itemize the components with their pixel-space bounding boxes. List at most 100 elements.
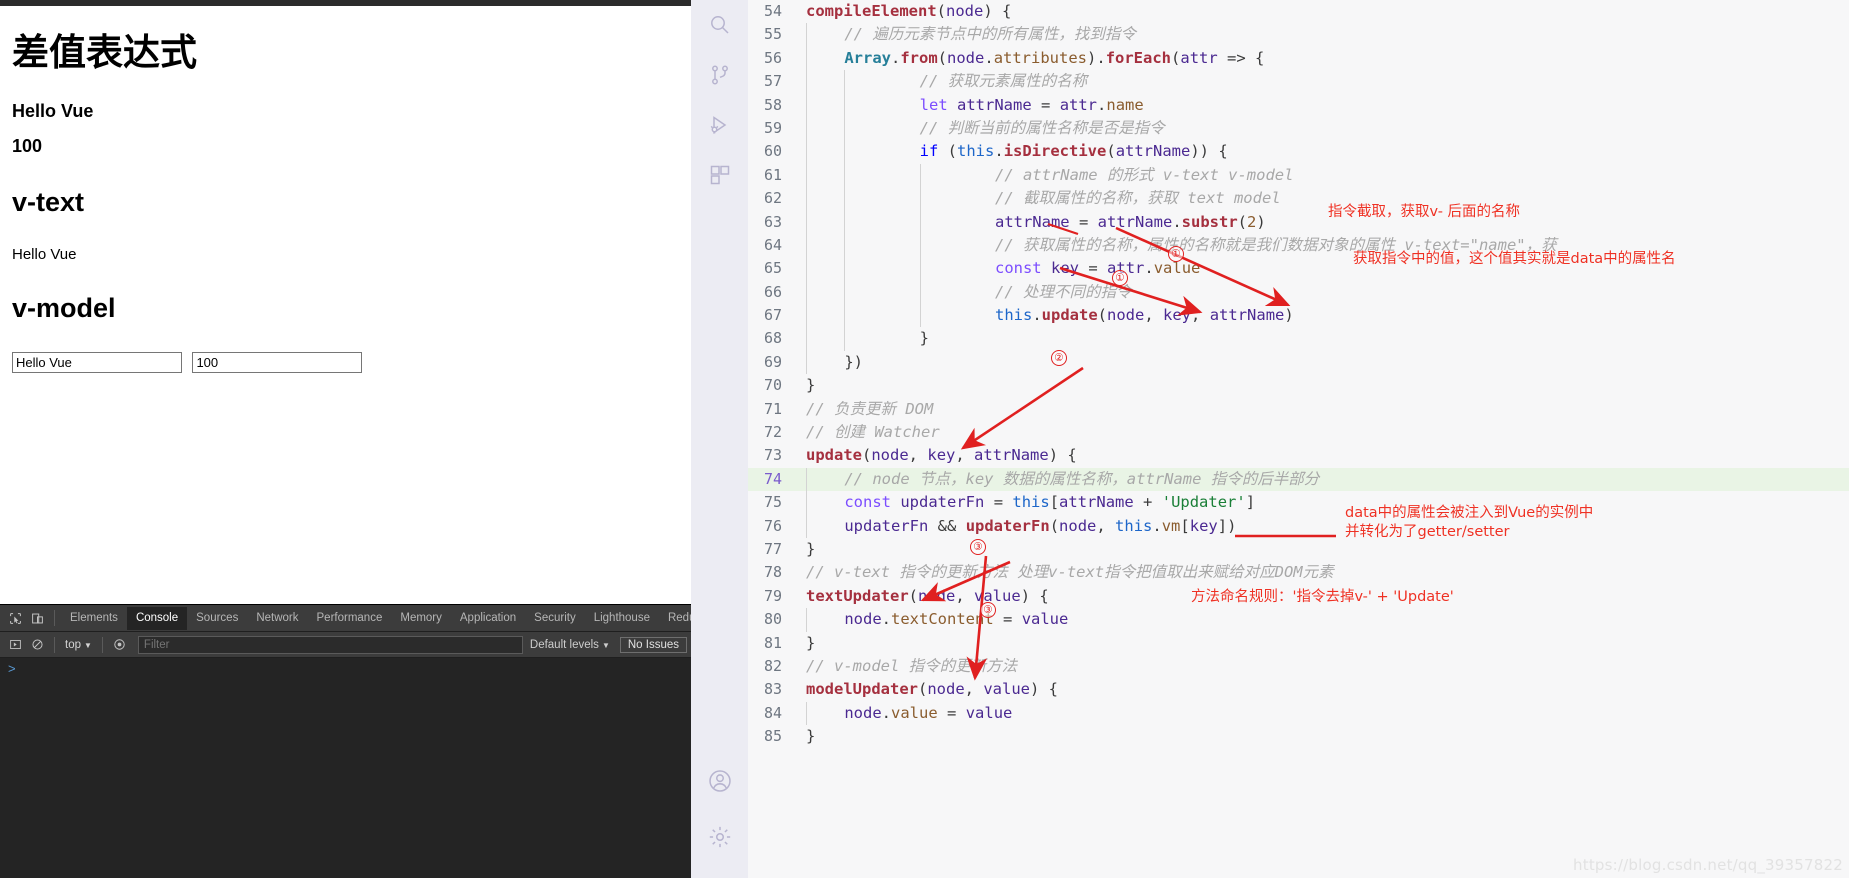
- indent-guide: [919, 210, 958, 234]
- csdn-watermark: https://blog.csdn.net/qq_39357822: [1573, 856, 1843, 874]
- devtools-tab-network[interactable]: Network: [247, 607, 307, 630]
- line-number: 81: [763, 633, 782, 652]
- code-editor[interactable]: 54 compileElement(node) {55 // 遍历元素节点中的所有…: [748, 0, 1849, 878]
- code-line: 54 compileElement(node) {: [748, 0, 1849, 23]
- line-number: 72: [763, 423, 782, 442]
- line-number: 78: [763, 563, 782, 582]
- page-title: 差值表达式: [12, 31, 197, 74]
- code-text: }: [806, 539, 816, 558]
- code-text: // 遍历元素节点中的所有属性，找到指令: [844, 25, 1136, 44]
- devtools-tab-sources[interactable]: Sources: [187, 607, 247, 630]
- console-prompt[interactable]: >: [0, 662, 691, 676]
- code-text: node.textContent = value: [844, 610, 1069, 629]
- devtools-tab-security[interactable]: Security: [525, 607, 585, 630]
- code-text: }: [806, 633, 816, 652]
- console-context-selector[interactable]: top ▼: [61, 639, 96, 651]
- indent-guide: [844, 327, 882, 351]
- line-number: 80: [763, 610, 782, 629]
- issues-button[interactable]: No Issues: [619, 636, 687, 653]
- source-control-icon[interactable]: [691, 50, 748, 100]
- step-marker-2: ②: [1051, 350, 1067, 366]
- code-text: attrName = attrName.substr(2): [994, 212, 1266, 231]
- line-number: 84: [763, 703, 782, 722]
- devtools-tab-elements[interactable]: Elements: [61, 607, 127, 630]
- code-text: const updaterFn = this[attrName + 'Updat…: [844, 493, 1256, 512]
- run-debug-icon[interactable]: [691, 100, 748, 150]
- line-number: 59: [763, 118, 782, 137]
- step-marker-3b: ③: [980, 602, 996, 618]
- line-number: 70: [763, 376, 782, 395]
- extensions-icon[interactable]: [691, 150, 748, 200]
- indent-guide: [844, 116, 882, 141]
- clear-console-icon[interactable]: [26, 634, 48, 656]
- line-number: 79: [763, 586, 782, 605]
- activity-bar: [691, 0, 748, 878]
- step-marker-3a: ③: [970, 539, 986, 555]
- devtools-tab-redux[interactable]: Redux: [659, 607, 691, 630]
- code-line: 70}: [748, 374, 1849, 397]
- vscode-window: 54 compileElement(node) {55 // 遍历元素节点中的所有…: [691, 0, 1849, 878]
- code-line: 84 node.value = value: [748, 701, 1849, 726]
- devtools-tabbar: Elements Console Sources Network Perform…: [0, 605, 691, 632]
- devtools-tab-console[interactable]: Console: [126, 606, 188, 630]
- inspect-element-icon[interactable]: [4, 607, 26, 629]
- live-expression-icon[interactable]: [109, 634, 131, 656]
- line-number: 75: [763, 493, 782, 512]
- line-number: 73: [763, 446, 782, 465]
- code-line: 55 // 遍历元素节点中的所有属性，找到指令: [748, 23, 1849, 47]
- code-line: 75 const updaterFn = this[attrName + 'Up…: [748, 491, 1849, 515]
- console-filter-input[interactable]: [137, 635, 523, 654]
- code-text: updaterFn && updaterFn(node, this.vm[key…: [844, 516, 1237, 535]
- code-line: 60 if (this.isDirective(attrName)) {: [748, 140, 1849, 164]
- code-line: 68 }: [748, 327, 1849, 351]
- indent-guide: [919, 257, 958, 281]
- console-log-levels-selector[interactable]: Default levels ▼: [530, 639, 610, 651]
- v-model-number-input[interactable]: [192, 351, 363, 373]
- code-text: // 判断当前的属性名称是否是指令: [919, 118, 1165, 137]
- code-line: 58 let attrName = attr.name: [748, 93, 1849, 117]
- device-toolbar-icon[interactable]: [26, 607, 48, 629]
- account-icon[interactable]: [691, 756, 748, 806]
- code-line: 62 // 截取属性的名称，获取 text model: [748, 187, 1849, 211]
- code-line: 72 // 创建 Watcher: [748, 421, 1849, 444]
- code-text: // 截取属性的名称，获取 text model: [994, 189, 1281, 208]
- code-line: 79 textUpdater(node, value) {: [748, 585, 1849, 608]
- devtools-tab-performance[interactable]: Performance: [308, 607, 392, 630]
- code-text: // v-model 指令的更新方法: [806, 656, 1018, 675]
- code-text: textUpdater(node, value) {: [806, 586, 1049, 605]
- line-number: 74: [763, 469, 782, 488]
- indent-guide: [919, 163, 958, 188]
- settings-gear-icon[interactable]: [691, 812, 748, 862]
- code-line: 69 }): [748, 350, 1849, 375]
- execute-icon[interactable]: [4, 634, 26, 656]
- console-output-area[interactable]: >: [0, 658, 691, 878]
- code-text: // v-text 指令的更新方法 处理v-text指令把值取出来赋给对应DOM…: [806, 563, 1334, 582]
- devtools-tab-lighthouse[interactable]: Lighthouse: [585, 607, 659, 630]
- v-model-text-input[interactable]: [12, 351, 182, 373]
- interpolation-text: Hello Vue: [12, 100, 94, 121]
- code-line: 65 const key = attr.value: [748, 257, 1849, 281]
- line-number: 54: [763, 2, 782, 20]
- code-text: let attrName = attr.name: [919, 95, 1144, 114]
- indent-guide: [844, 163, 882, 188]
- devtools-tab-memory[interactable]: Memory: [391, 607, 451, 630]
- devtools-tab-application[interactable]: Application: [451, 607, 525, 630]
- code-line: 67 this.update(node, key, attrName): [748, 304, 1849, 328]
- line-number: 63: [763, 212, 782, 231]
- code-text: // 创建 Watcher: [806, 423, 940, 442]
- code-line: 76 updaterFn && updaterFn(node, this.vm[…: [748, 514, 1849, 538]
- search-icon[interactable]: [691, 0, 748, 50]
